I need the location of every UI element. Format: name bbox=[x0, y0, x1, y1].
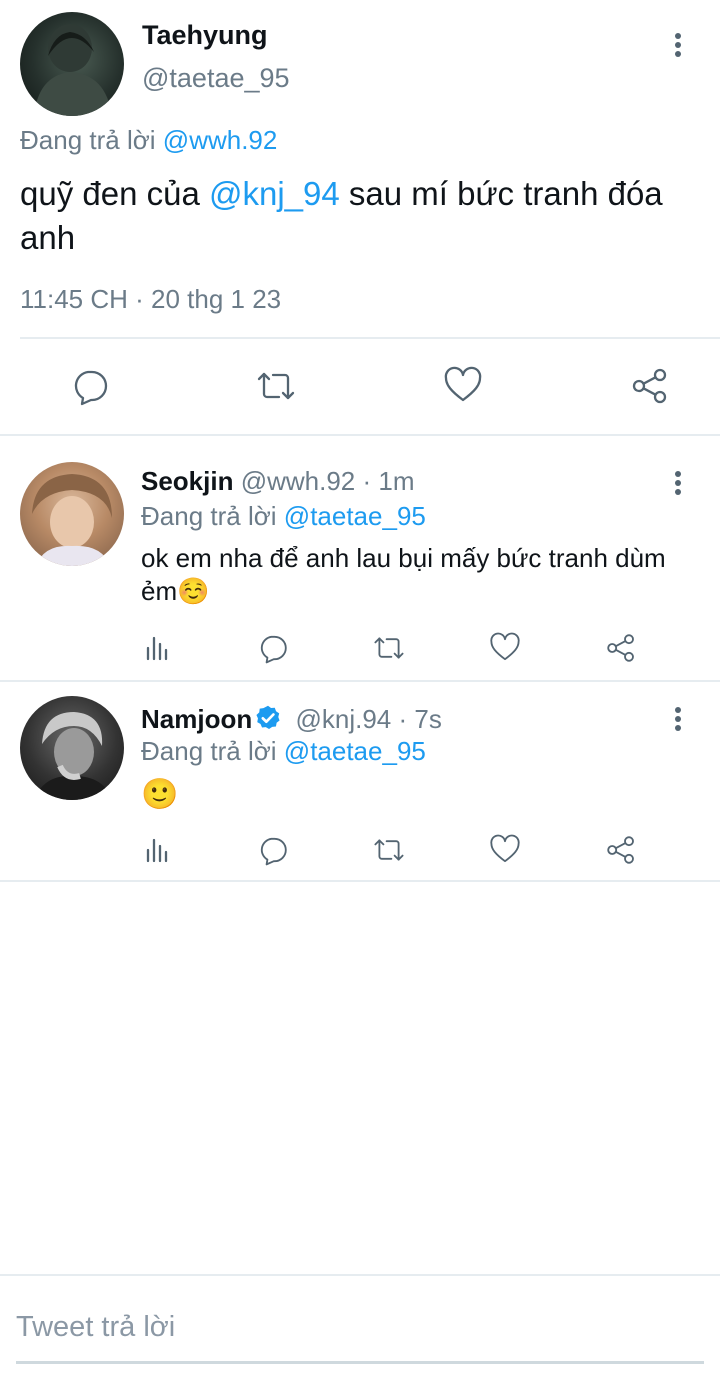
author-name[interactable]: Seokjin bbox=[141, 466, 233, 496]
share-button[interactable] bbox=[599, 626, 643, 670]
heart-icon bbox=[490, 834, 520, 863]
replying-to: Đang trả lời @taetae_95 bbox=[141, 501, 426, 532]
author-handle[interactable]: @wwh.92 bbox=[241, 466, 356, 496]
tweet-timestamp[interactable]: 11:45 CH · 20 thg 1 23 bbox=[20, 284, 281, 315]
divider bbox=[0, 880, 720, 882]
reply-tweet[interactable]: Seokjin @wwh.92 · 1m Đang trả lời @taeta… bbox=[0, 436, 720, 682]
analytics-button[interactable] bbox=[136, 828, 180, 872]
more-options-icon[interactable] bbox=[666, 468, 690, 498]
more-options-icon[interactable] bbox=[666, 30, 690, 60]
replying-to-link[interactable]: @wwh.92 bbox=[163, 125, 278, 155]
mention-link[interactable]: @knj_94 bbox=[209, 175, 340, 212]
replying-label: Đang trả lời bbox=[20, 125, 156, 155]
author-handle[interactable]: @taetae_95 bbox=[142, 63, 290, 94]
retweet-icon bbox=[374, 637, 404, 659]
replying-to: Đang trả lời @wwh.92 bbox=[20, 125, 277, 156]
retweet-button[interactable] bbox=[254, 364, 298, 408]
divider bbox=[20, 337, 720, 339]
like-button[interactable] bbox=[483, 626, 527, 670]
replying-to: Đang trả lời @taetae_95 bbox=[141, 736, 426, 767]
reply-tweet[interactable]: Namjoon @knj.94 · 7s Đang trả lời @taeta… bbox=[0, 682, 720, 882]
reply-input[interactable] bbox=[16, 1302, 704, 1364]
author-name[interactable]: Namjoon bbox=[141, 704, 252, 734]
avatar[interactable] bbox=[20, 696, 124, 800]
reply-text: ok em nha để anh lau bụi mấy bức tranh d… bbox=[141, 543, 666, 606]
heart-icon bbox=[444, 366, 482, 402]
reply-button[interactable] bbox=[251, 626, 295, 670]
replying-to-link[interactable]: @taetae_95 bbox=[284, 736, 426, 766]
share-button[interactable] bbox=[628, 364, 672, 408]
comment-icon bbox=[260, 837, 287, 866]
like-button[interactable] bbox=[441, 364, 485, 408]
main-tweet: Taehyung @taetae_95 Đang trả lời @wwh.92… bbox=[0, 0, 720, 436]
avatar[interactable] bbox=[20, 462, 124, 566]
divider bbox=[0, 1274, 720, 1276]
analytics-button[interactable] bbox=[136, 626, 180, 670]
retweet-button[interactable] bbox=[367, 828, 411, 872]
replying-label: Đang trả lời bbox=[141, 501, 277, 531]
share-button[interactable] bbox=[599, 828, 643, 872]
tweet-text-start: quỹ đen của bbox=[20, 175, 209, 212]
author-handle[interactable]: @knj.94 bbox=[295, 704, 391, 734]
reply-header: Seokjin @wwh.92 · 1m bbox=[141, 466, 415, 497]
comment-icon bbox=[74, 370, 108, 406]
analytics-icon bbox=[146, 636, 168, 661]
reply-header: Namjoon @knj.94 · 7s bbox=[141, 704, 442, 735]
retweet-icon bbox=[257, 372, 295, 400]
verified-badge-icon bbox=[256, 705, 280, 729]
reply-composer bbox=[0, 1274, 720, 1374]
avatar[interactable] bbox=[20, 12, 124, 116]
reply-button[interactable] bbox=[68, 364, 112, 408]
share-icon bbox=[632, 368, 667, 404]
heart-icon bbox=[490, 632, 520, 661]
share-icon bbox=[607, 634, 634, 662]
reply-text: 🙂 bbox=[141, 778, 179, 811]
author-name[interactable]: Taehyung bbox=[142, 20, 268, 51]
share-icon bbox=[607, 836, 634, 864]
replying-label: Đang trả lời bbox=[141, 736, 277, 766]
more-options-icon[interactable] bbox=[666, 704, 690, 734]
tweet-text: quỹ đen của @knj_94 sau mí bức tranh đóa… bbox=[20, 172, 710, 260]
comment-icon bbox=[260, 635, 287, 664]
post-time: · 7s bbox=[398, 704, 442, 734]
reply-button[interactable] bbox=[251, 828, 295, 872]
post-time: · 1m bbox=[362, 466, 415, 496]
like-button[interactable] bbox=[483, 828, 527, 872]
replying-to-link[interactable]: @taetae_95 bbox=[284, 501, 426, 531]
retweet-icon bbox=[374, 839, 404, 861]
analytics-icon bbox=[146, 838, 168, 863]
retweet-button[interactable] bbox=[367, 626, 411, 670]
